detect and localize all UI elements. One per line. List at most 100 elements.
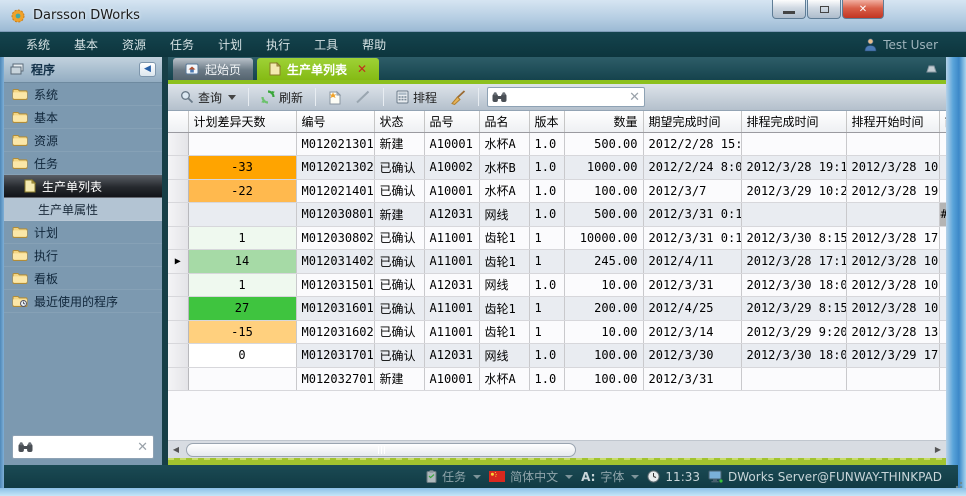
cell-quantity[interactable]: 100.00 xyxy=(564,179,643,203)
column-header-4[interactable]: 品名 xyxy=(479,111,529,132)
table-row-4[interactable]: 1M012030802已确认A11001齿轮1110000.002012/3/3… xyxy=(168,226,946,250)
sidebar-item-0[interactable]: 系统 xyxy=(4,83,162,106)
cell-sched-end-time[interactable]: 2012/3/29 8:15 xyxy=(741,297,846,321)
cell-item-name[interactable]: 网线 xyxy=(479,273,529,297)
cell-item-no[interactable]: A12031 xyxy=(424,203,479,227)
cell-overflow[interactable] xyxy=(939,297,946,321)
cell-item-no[interactable]: A11001 xyxy=(424,320,479,344)
row-selector[interactable] xyxy=(168,156,188,180)
cell-item-name[interactable]: 齿轮1 xyxy=(479,320,529,344)
table-row-0[interactable]: M012021301新建A10001水杯A1.0500.002012/2/28 … xyxy=(168,132,946,156)
menu-item-3[interactable]: 任务 xyxy=(158,32,206,57)
table-row-5[interactable]: ▶14M012031402已确认A11001齿轮11245.002012/4/1… xyxy=(168,250,946,274)
cell-sched-end-time[interactable]: 2012/3/30 18:00 xyxy=(741,344,846,368)
cell-sched-end-time[interactable]: 2012/3/30 18:00 xyxy=(741,273,846,297)
task-menu[interactable]: 任务 xyxy=(426,468,481,485)
sidebar-item-1[interactable]: 基本 xyxy=(4,106,162,129)
cell-sched-end-time[interactable]: 2012/3/29 10:20 xyxy=(741,179,846,203)
close-button[interactable]: ✕ xyxy=(842,0,884,19)
sidebar-search-input[interactable] xyxy=(33,440,137,454)
cell-diff-days[interactable]: 1 xyxy=(188,226,296,250)
query-button[interactable]: 查询 xyxy=(176,87,240,108)
scrollbar-thumb[interactable] xyxy=(186,443,576,457)
cell-overflow[interactable] xyxy=(939,156,946,180)
cell-sched-start-time[interactable]: 2012/3/28 10:52 xyxy=(846,156,939,180)
sidebar-item-5[interactable]: 生产单属性 xyxy=(4,198,162,221)
cell-due-time[interactable]: 2012/3/14 xyxy=(643,320,741,344)
font-menu[interactable]: A: 字体 xyxy=(581,468,639,485)
clear-schedule-button[interactable] xyxy=(446,88,470,107)
minimize-button[interactable] xyxy=(772,0,806,19)
cell-code[interactable]: M012021401 xyxy=(296,179,374,203)
row-selector[interactable] xyxy=(168,367,188,391)
cell-overflow[interactable] xyxy=(939,344,946,368)
cell-sched-end-time[interactable]: 2012/3/28 17:13 xyxy=(741,250,846,274)
cell-item-name[interactable]: 水杯B xyxy=(479,156,529,180)
row-selector[interactable] xyxy=(168,320,188,344)
cell-sched-start-time[interactable]: 2012/3/29 17:46 xyxy=(846,344,939,368)
cell-code[interactable]: M012031602 xyxy=(296,320,374,344)
cell-sched-end-time[interactable] xyxy=(741,132,846,156)
cell-sched-start-time[interactable]: 2012/3/28 10:52 xyxy=(846,297,939,321)
table-row-7[interactable]: 27M012031601已确认A11001齿轮11200.002012/4/25… xyxy=(168,297,946,321)
cell-code[interactable]: M012031601 xyxy=(296,297,374,321)
sidebar-collapse-button[interactable]: ◀ xyxy=(139,62,156,77)
cell-sched-end-time[interactable]: 2012/3/30 8:15 xyxy=(741,226,846,250)
sidebar-item-7[interactable]: 执行 xyxy=(4,244,162,267)
menu-item-0[interactable]: 系统 xyxy=(14,32,62,57)
language-menu[interactable]: 简体中文 xyxy=(489,468,573,485)
cell-item-no[interactable]: A10002 xyxy=(424,156,479,180)
table-row-8[interactable]: -15M012031602已确认A11001齿轮1110.002012/3/14… xyxy=(168,320,946,344)
cell-quantity[interactable]: 10000.00 xyxy=(564,226,643,250)
cell-status[interactable]: 已确认 xyxy=(374,297,424,321)
sidebar-search-clear-icon[interactable]: ✕ xyxy=(137,440,148,455)
column-header-0[interactable]: 计划差异天数 xyxy=(188,111,296,132)
cell-version[interactable]: 1.0 xyxy=(529,273,564,297)
tab-close-icon[interactable]: ✕ xyxy=(357,62,367,76)
cell-due-time[interactable]: 2012/3/31 0:10 xyxy=(643,203,741,227)
cell-quantity[interactable]: 200.00 xyxy=(564,297,643,321)
cell-due-time[interactable]: 2012/3/7 xyxy=(643,179,741,203)
cell-quantity[interactable]: 500.00 xyxy=(564,203,643,227)
column-header-3[interactable]: 品号 xyxy=(424,111,479,132)
cell-due-time[interactable]: 2012/4/25 xyxy=(643,297,741,321)
cell-item-name[interactable]: 齿轮1 xyxy=(479,297,529,321)
cell-quantity[interactable]: 10.00 xyxy=(564,273,643,297)
row-selector[interactable] xyxy=(168,297,188,321)
new-record-button[interactable] xyxy=(324,88,346,107)
cell-status[interactable]: 已确认 xyxy=(374,156,424,180)
grid-filter-box[interactable]: ✕ xyxy=(487,87,645,107)
cell-code[interactable]: M012030801 xyxy=(296,203,374,227)
cell-diff-days[interactable] xyxy=(188,203,296,227)
menu-item-4[interactable]: 计划 xyxy=(206,32,254,57)
cell-version[interactable]: 1.0 xyxy=(529,132,564,156)
cell-item-name[interactable]: 水杯A xyxy=(479,179,529,203)
cell-item-no[interactable]: A10001 xyxy=(424,179,479,203)
cell-version[interactable]: 1.0 xyxy=(529,156,564,180)
row-selector-header[interactable] xyxy=(168,111,188,132)
cell-overflow[interactable] xyxy=(939,132,946,156)
scroll-left-icon[interactable]: ◀ xyxy=(168,442,184,458)
cell-due-time[interactable]: 2012/2/28 15:00 xyxy=(643,132,741,156)
column-header-2[interactable]: 状态 xyxy=(374,111,424,132)
row-selector[interactable] xyxy=(168,273,188,297)
cell-diff-days[interactable]: 0 xyxy=(188,344,296,368)
cell-quantity[interactable]: 100.00 xyxy=(564,344,643,368)
menu-item-2[interactable]: 资源 xyxy=(110,32,158,57)
horizontal-scrollbar[interactable]: ◀ ▶ xyxy=(168,440,946,458)
tab-production-order-list[interactable]: 生产单列表 ✕ xyxy=(257,58,379,80)
column-header-10[interactable]: 前 xyxy=(939,111,946,132)
cell-sched-start-time[interactable]: 2012/3/28 13:40 xyxy=(846,320,939,344)
cell-item-name[interactable]: 齿轮1 xyxy=(479,226,529,250)
row-selector[interactable] xyxy=(168,344,188,368)
cell-due-time[interactable]: 2012/2/24 8:00 xyxy=(643,156,741,180)
pin-tabs-icon[interactable] xyxy=(924,64,938,74)
schedule-button[interactable]: 排程 xyxy=(392,87,441,108)
cell-code[interactable]: M012021302 xyxy=(296,156,374,180)
cell-item-no[interactable]: A12031 xyxy=(424,344,479,368)
cell-quantity[interactable]: 10.00 xyxy=(564,320,643,344)
cell-item-name[interactable]: 网线 xyxy=(479,203,529,227)
cell-status[interactable]: 已确认 xyxy=(374,320,424,344)
sidebar-item-6[interactable]: 计划 xyxy=(4,221,162,244)
cell-item-no[interactable]: A11001 xyxy=(424,226,479,250)
